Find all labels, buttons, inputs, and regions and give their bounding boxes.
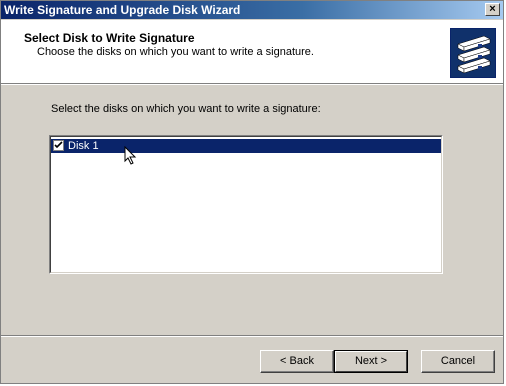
page-subtitle: Choose the disks on which you want to wr… [37, 46, 314, 58]
back-button[interactable]: < Back [260, 350, 334, 373]
checkmark-icon [54, 141, 63, 149]
listbox-frame: Disk 1 [50, 136, 442, 273]
instruction-label: Select the disks on which you want to wr… [51, 103, 321, 115]
back-button-label: < Back [280, 355, 314, 367]
disk-listbox[interactable]: Disk 1 [49, 135, 443, 274]
wizard-header: Select Disk to Write Signature Choose th… [1, 20, 503, 84]
disk-stack-icon [450, 28, 496, 78]
window-title: Write Signature and Upgrade Disk Wizard [4, 3, 241, 17]
mouse-pointer-icon [124, 146, 137, 165]
page-title: Select Disk to Write Signature [24, 31, 195, 45]
cancel-button-label: Cancel [440, 355, 476, 367]
disk-1-label: Disk 1 [68, 140, 99, 152]
list-item-disk-1[interactable]: Disk 1 [51, 139, 441, 153]
wizard-window: Write Signature and Upgrade Disk Wizard … [0, 0, 504, 384]
next-button-label: Next > [354, 355, 388, 367]
cancel-button[interactable]: Cancel [421, 350, 495, 373]
next-button[interactable]: Next > [334, 350, 408, 373]
close-button[interactable]: × [485, 3, 500, 16]
footer-divider [1, 335, 503, 337]
title-bar[interactable]: Write Signature and Upgrade Disk Wizard … [1, 1, 503, 19]
disk-1-checkbox[interactable] [53, 140, 64, 151]
header-divider [1, 84, 503, 85]
close-icon: × [489, 3, 496, 15]
